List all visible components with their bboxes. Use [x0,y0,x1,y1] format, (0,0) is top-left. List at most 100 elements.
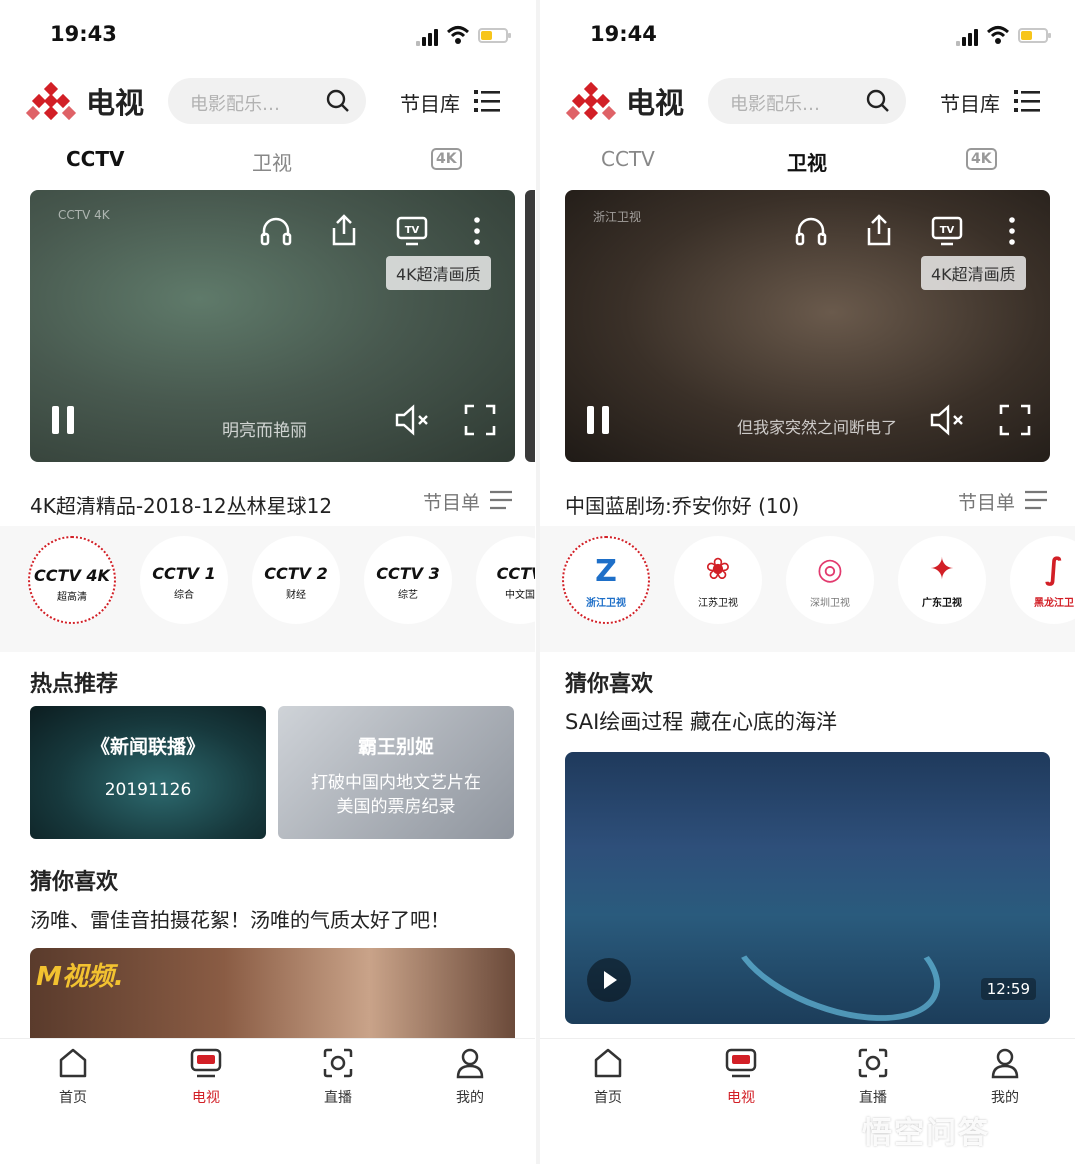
quality-badge[interactable]: 4K超清画质 [386,256,491,290]
brand-title: 电视 [86,86,145,120]
tabbar-live[interactable]: 直播 [298,1047,378,1107]
more-icon[interactable] [472,216,482,246]
fullscreen-icon[interactable] [464,404,496,436]
tabbar-mine[interactable]: 我的 [965,1047,1045,1107]
tabbar-label: 我的 [456,1090,484,1106]
guess-title: 猜你喜欢 [565,672,654,697]
program-row: 4K超清精品-2018-12丛林星球12 节目单 [30,488,512,518]
illustration-wave [712,867,958,1024]
channel-item[interactable]: Z 浙江卫视 [562,536,650,624]
brand-title: 电视 [626,86,685,120]
cast-tv-icon[interactable]: TV [396,216,428,246]
search-bar[interactable]: 电影配乐… [708,78,906,124]
svg-text:TV: TV [940,225,955,236]
fullscreen-icon[interactable] [999,404,1031,436]
tab-cctv[interactable]: CCTV [66,147,124,171]
hot-card-line2: 美国的票房纪录 [336,797,456,817]
video-player[interactable]: CCTV 4K TV 4K超清画质 明亮而艳丽 [30,190,515,462]
channel-item[interactable]: ◎ 深圳卫视 [786,536,874,624]
library-link[interactable]: 节目库 [940,88,1000,117]
signal-icon [956,28,982,46]
tabbar-live[interactable]: 直播 [833,1047,913,1107]
jiangsu-logo-icon: ❀ [705,552,731,587]
guess-title: 猜你喜欢 [30,870,119,895]
search-bar[interactable]: 电影配乐… [168,78,366,124]
channel-item[interactable]: CCTV 2 财经 [252,536,340,624]
video-player[interactable]: 浙江卫视 TV 4K超清画质 但我家突然之间断电了 [565,190,1050,462]
tabbar-home[interactable]: 首页 [33,1047,113,1107]
video-subtitle: 但我家突然之间断电了 [737,418,898,437]
channel-name: 中文国 [505,590,535,601]
channel-logo: CCTV 4K [34,566,110,585]
pause-icon[interactable] [585,404,613,436]
app-logo-icon [25,81,77,121]
channel-watermark: CCTV 4K [58,208,110,222]
tab-satellite[interactable]: 卫视 [787,147,827,176]
channel-name: 财经 [286,590,306,601]
channel-logo: 浙江卫视 [586,598,626,609]
profile-icon [456,1048,484,1079]
channel-logo: CCTV 3 [376,564,440,583]
quality-badge[interactable]: 4K超清画质 [921,256,1026,290]
program-title: 4K超清精品-2018-12丛林星球12 [30,494,333,518]
channel-item[interactable]: CCTV 4K 超高清 [28,536,116,624]
site-watermark: 悟空问答 [862,1116,990,1151]
program-list-link[interactable]: 节目单 [958,488,1015,515]
hot-card-news[interactable]: 《新闻联播》 20191126 [30,706,266,839]
guess-subtitle[interactable]: SAI绘画过程 藏在心底的海洋 [565,706,837,736]
program-list-icon[interactable] [1023,488,1049,512]
tab-4k[interactable]: 4K [431,148,462,170]
channel-item[interactable]: CCTV 1 综合 [140,536,228,624]
pause-icon[interactable] [50,404,78,436]
channel-watermark: 浙江卫视 [593,210,642,224]
status-time: 19:44 [590,22,657,46]
channel-item[interactable]: CCTV 3 综艺 [364,536,452,624]
headphones-icon[interactable] [260,216,292,246]
play-icon[interactable] [587,958,631,1002]
list-menu-icon[interactable] [1014,89,1040,113]
program-list-link[interactable]: 节目单 [423,488,480,515]
comparison-screenshot: 19:43 电视 电影配乐… 节目库 CCTV 卫视 4K CCTV 4K TV… [0,0,1080,1164]
headphones-icon[interactable] [795,216,827,246]
share-icon[interactable] [865,214,893,246]
share-icon[interactable] [330,214,358,246]
status-bar: 19:44 [540,22,1075,52]
guangdong-logo-icon: ✦ [929,552,955,587]
more-icon[interactable] [1007,216,1017,246]
mute-icon[interactable] [929,404,965,436]
status-bar: 19:43 [0,22,535,52]
tabbar-home[interactable]: 首页 [568,1047,648,1107]
channel-logo: CCTV [496,564,535,583]
signal-icon [416,28,442,46]
tabbar-tv[interactable]: 电视 [166,1047,246,1107]
list-menu-icon[interactable] [474,89,500,113]
profile-icon [991,1048,1019,1079]
channel-logo: 广东卫视 [922,598,962,609]
battery-icon [478,28,511,43]
hot-section-title: 热点推荐 [30,672,119,697]
channel-item[interactable]: CCTV 中文国 [476,536,535,624]
channel-logo: CCTV 2 [264,564,328,583]
program-row: 中国蓝剧场:乔安你好 (10) 节目单 [565,488,1047,518]
tabbar-tv[interactable]: 电视 [701,1047,781,1107]
feed-video-card[interactable]: M视频. [30,948,515,1040]
library-link[interactable]: 节目库 [400,88,460,117]
tabbar-mine[interactable]: 我的 [430,1047,510,1107]
channel-item[interactable]: ∫ 黑龙江卫 [1010,536,1075,624]
guess-subtitle[interactable]: 汤唯、雷佳音拍摄花絮！汤唯的气质太好了吧！ [30,904,450,933]
program-list-icon[interactable] [488,488,514,512]
tab-satellite[interactable]: 卫视 [252,147,292,176]
battery-icon [1018,28,1051,43]
tab-cctv[interactable]: CCTV [601,147,655,171]
channel-name: 超高清 [57,592,87,603]
cast-tv-icon[interactable]: TV [931,216,963,246]
hot-card-film[interactable]: 霸王别姬 打破中国内地文艺片在 美国的票房纪录 [278,706,514,839]
mute-icon[interactable] [394,404,430,436]
tab-4k[interactable]: 4K [966,148,997,170]
channel-item[interactable]: ❀ 江苏卫视 [674,536,762,624]
search-placeholder: 电影配乐… [730,94,820,115]
recommended-video[interactable]: 12:59 [565,752,1050,1024]
tv-icon [725,1048,757,1078]
channel-item[interactable]: ✦ 广东卫视 [898,536,986,624]
tabbar-label: 首页 [594,1090,622,1106]
